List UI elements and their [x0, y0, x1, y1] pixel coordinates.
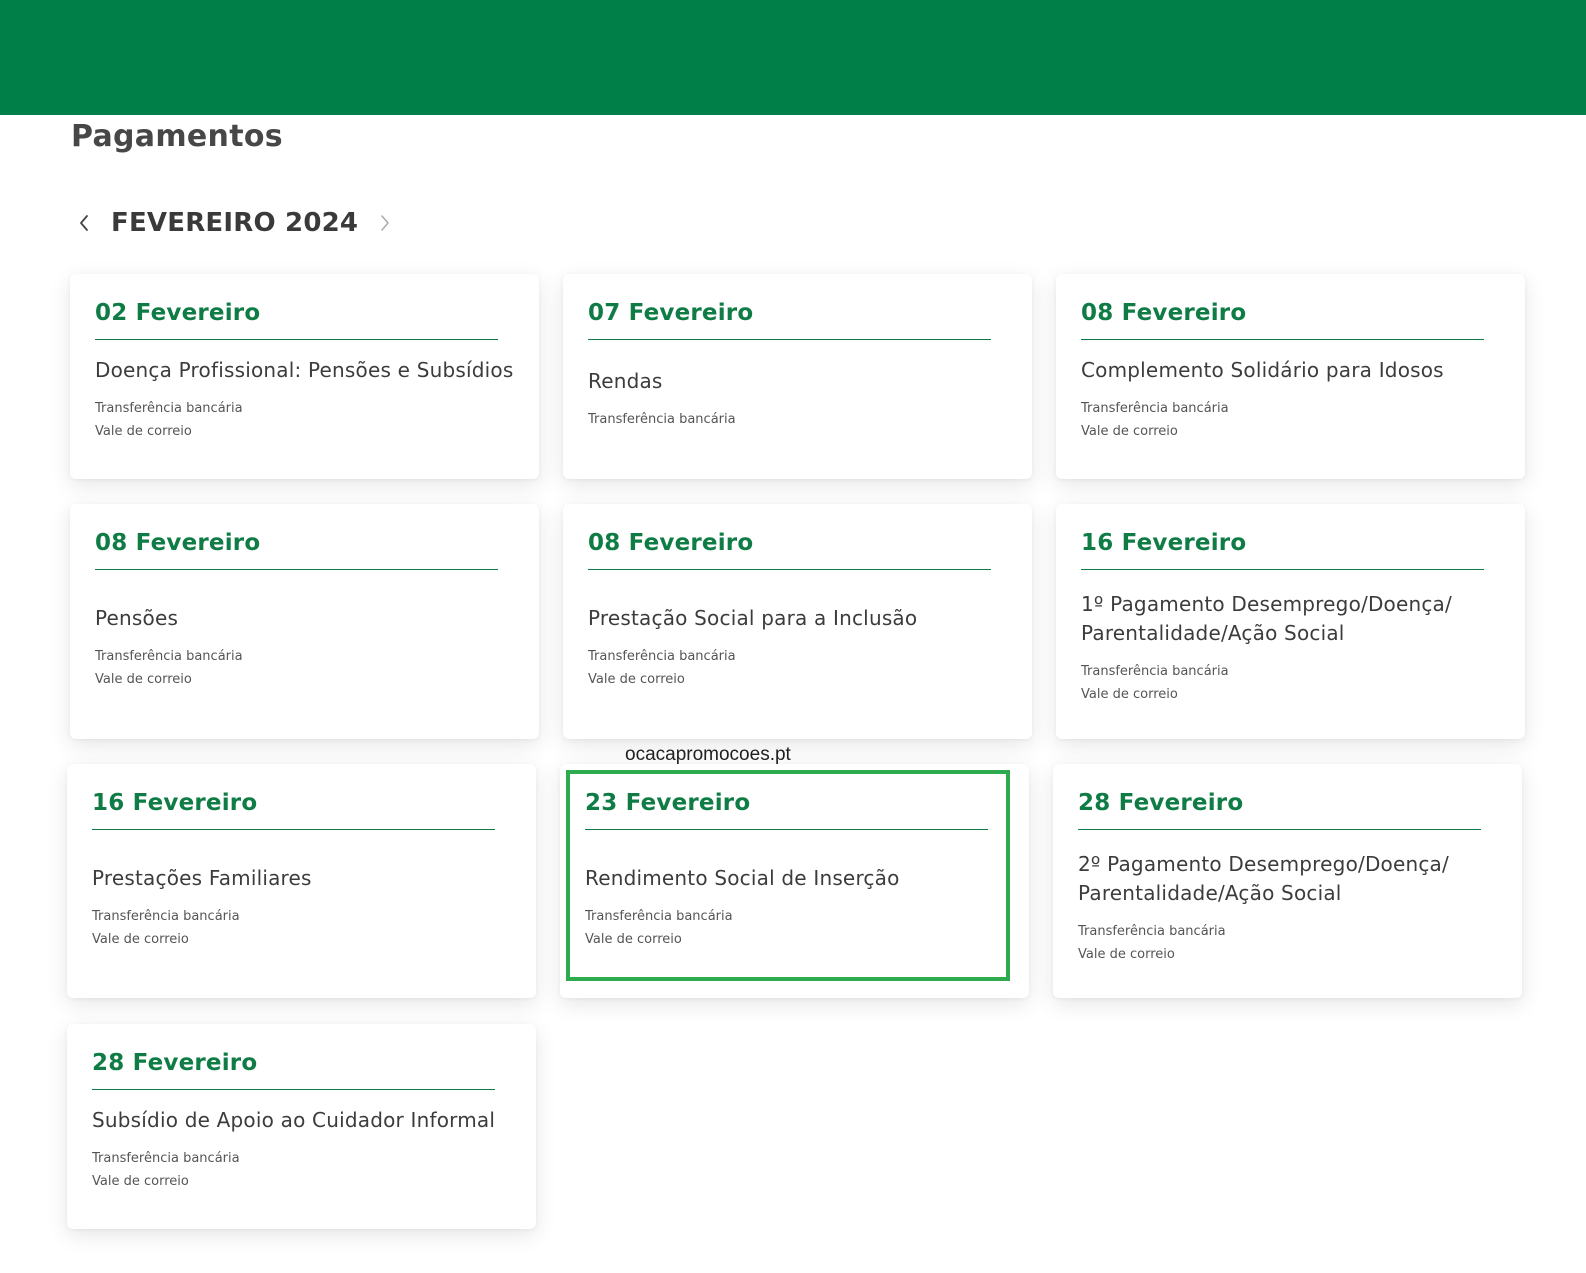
month-navigation: FEVEREIRO 2024: [71, 203, 398, 243]
payment-method: Transferência bancária: [92, 909, 240, 924]
payment-card[interactable]: 08 Fevereiro Pensões Transferência bancá…: [70, 504, 539, 739]
benefit-name: Prestações Familiares: [92, 866, 312, 890]
benefit-name: Complemento Solidário para Idosos: [1081, 357, 1444, 382]
payment-method: Vale de correio: [588, 672, 685, 687]
benefit-name: Rendas: [588, 369, 663, 393]
payment-method: Transferência bancária: [588, 412, 736, 427]
payment-date: 28 Fevereiro: [1078, 790, 1244, 816]
payment-card[interactable]: 16 Fevereiro Prestações Familiares Trans…: [67, 764, 536, 998]
benefit-name: Prestação Social para a Inclusão: [588, 606, 918, 630]
payment-method: Transferência bancária: [95, 400, 243, 416]
top-header-bar: [0, 0, 1586, 115]
payment-date: 02 Fevereiro: [95, 300, 261, 326]
benefit-name: Rendimento Social de Inserção: [585, 866, 900, 890]
payment-card[interactable]: 02 Fevereiro Doença Profissional: Pensõe…: [70, 274, 539, 479]
payment-date: 28 Fevereiro: [92, 1050, 258, 1076]
month-label: FEVEREIRO 2024: [111, 208, 359, 238]
payment-card[interactable]: 28 Fevereiro 2º Pagamento Desemprego/Doe…: [1053, 764, 1522, 998]
payment-date: 08 Fevereiro: [95, 530, 261, 556]
watermark: ocacapromocoes.pt: [625, 744, 791, 765]
payment-method: Vale de correio: [1081, 686, 1178, 702]
benefit-name: Subsídio de Apoio ao Cuidador Informal: [92, 1107, 496, 1132]
payment-card[interactable]: 28 Fevereiro Subsídio de Apoio ao Cuidad…: [67, 1024, 536, 1229]
payment-method: Vale de correio: [1078, 946, 1175, 962]
benefit-name: 1º Pagamento Desemprego/Doença/ Parental…: [1081, 591, 1452, 645]
payment-method: Vale de correio: [92, 932, 189, 947]
payment-date: 16 Fevereiro: [92, 790, 258, 816]
payment-method: Transferência bancária: [588, 649, 736, 664]
benefit-name: 2º Pagamento Desemprego/Doença/ Parental…: [1078, 851, 1449, 905]
payment-date: 08 Fevereiro: [1081, 300, 1247, 326]
payment-date: 07 Fevereiro: [588, 300, 754, 326]
payment-method: Transferência bancária: [92, 1150, 240, 1166]
benefit-name: Pensões: [95, 606, 179, 630]
payment-card[interactable]: 08 Fevereiro Prestação Social para a Inc…: [563, 504, 1032, 739]
payment-card[interactable]: 16 Fevereiro 1º Pagamento Desemprego/Doe…: [1056, 504, 1525, 739]
benefit-name: Doença Profissional: Pensões e Subsídios: [95, 357, 514, 382]
payment-method: Transferência bancária: [585, 909, 733, 924]
payment-method: Transferência bancária: [1081, 663, 1229, 679]
payment-method: Vale de correio: [585, 932, 682, 947]
payment-method: Vale de correio: [1081, 423, 1178, 439]
payment-date: 08 Fevereiro: [588, 530, 754, 556]
payment-method: Vale de correio: [92, 1173, 189, 1189]
page-title: Pagamentos: [71, 119, 283, 154]
payment-method: Vale de correio: [95, 423, 192, 439]
chevron-right-icon[interactable]: [372, 208, 398, 238]
payment-method: Transferência bancária: [95, 649, 243, 664]
payment-card[interactable]: 07 Fevereiro Rendas Transferência bancár…: [563, 274, 1032, 479]
payment-date: 16 Fevereiro: [1081, 530, 1247, 556]
chevron-left-icon[interactable]: [71, 208, 97, 238]
payment-date: 23 Fevereiro: [585, 790, 751, 816]
payment-method: Vale de correio: [95, 672, 192, 687]
payment-card[interactable]: 23 Fevereiro Rendimento Social de Inserç…: [560, 764, 1029, 998]
payment-method: Transferência bancária: [1081, 400, 1229, 416]
payment-method: Transferência bancária: [1078, 923, 1226, 939]
payment-card[interactable]: 08 Fevereiro Complemento Solidário para …: [1056, 274, 1525, 479]
